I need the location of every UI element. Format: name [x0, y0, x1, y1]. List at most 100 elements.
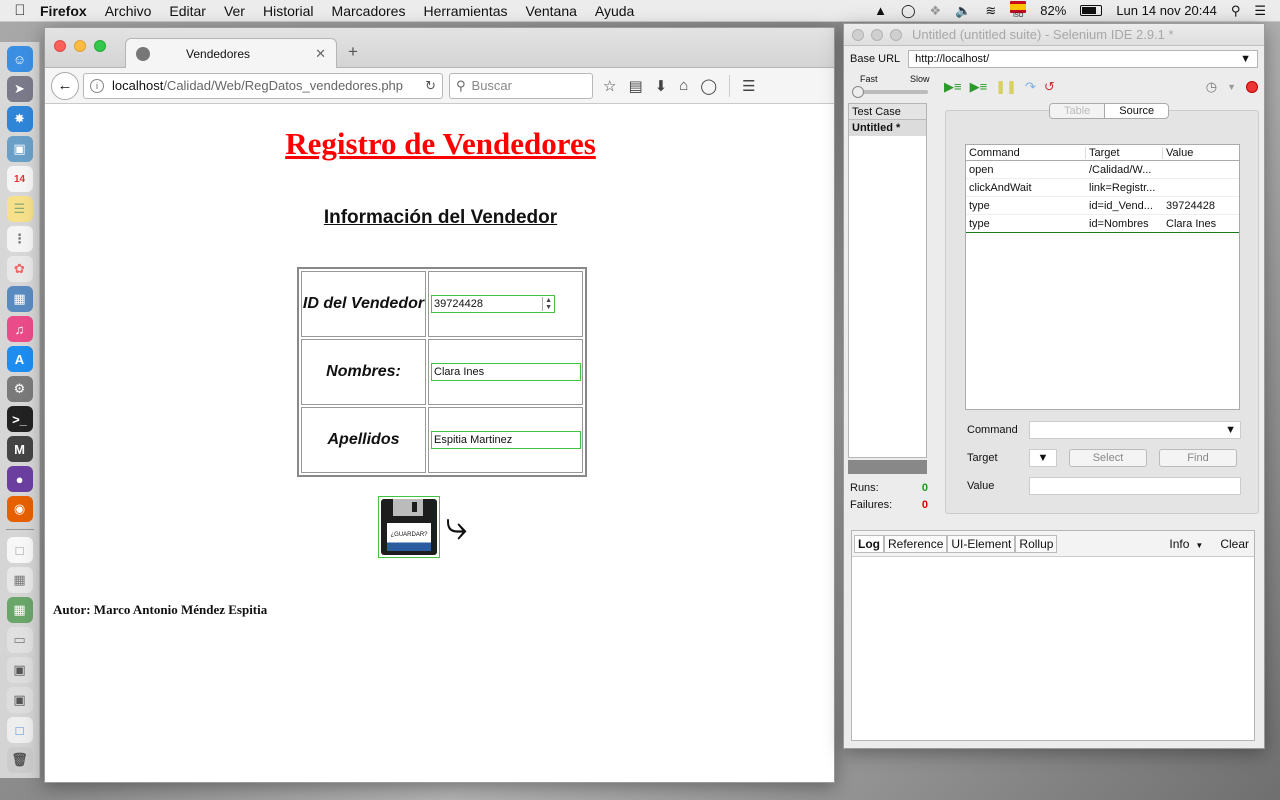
image-capture-icon[interactable]: ▦	[6, 286, 33, 312]
play-suite-icon[interactable]: ▶≡	[944, 79, 962, 95]
nombres-input[interactable]: Clara Ines	[431, 363, 581, 381]
tab-ui-element[interactable]: UI-Element	[947, 534, 1016, 553]
rollup-icon[interactable]: ↺	[1044, 79, 1055, 95]
tab-reference[interactable]: Reference	[884, 534, 948, 553]
table-row[interactable]: type id=Nombres Clara Ines	[966, 215, 1239, 233]
app-store-icon[interactable]: A	[6, 346, 33, 372]
notification-center-icon[interactable]: ☰	[1254, 3, 1266, 19]
pocket-icon[interactable]: ◯	[700, 77, 717, 95]
shield-icon[interactable]: ◯	[901, 3, 916, 19]
finder-icon[interactable]: ☺	[6, 46, 33, 72]
url-bar[interactable]: i localhost/Calidad/Web/RegDatos_vendedo…	[83, 72, 443, 99]
pause-icon[interactable]: ❚❚	[995, 79, 1017, 95]
tab-rollup[interactable]: Rollup	[1015, 534, 1058, 553]
value-input[interactable]	[1029, 477, 1241, 495]
reading-list-icon[interactable]: ▤	[628, 77, 642, 95]
screenshot-icon[interactable]: ▦	[6, 597, 33, 623]
record-button[interactable]	[1246, 81, 1258, 93]
home-icon[interactable]: ⌂	[679, 77, 688, 94]
reload-icon[interactable]: ↻	[425, 78, 436, 94]
search-input[interactable]: ⚲ Buscar	[449, 72, 593, 99]
launchpad-icon[interactable]: ➤	[6, 76, 33, 102]
test-case-item[interactable]: Untitled *	[849, 120, 926, 136]
column-target[interactable]: Target	[1086, 146, 1163, 159]
menu-historial[interactable]: Historial	[263, 3, 314, 19]
downloads-icon[interactable]: ⬇	[655, 77, 668, 95]
clock[interactable]: Lun 14 nov 20:44	[1116, 3, 1216, 18]
input-source-flag-icon[interactable]: ISO	[1010, 1, 1027, 20]
tab-close-icon[interactable]: ✕	[315, 46, 326, 62]
terminal-icon[interactable]: >_	[6, 406, 33, 432]
battery-icon[interactable]	[1080, 5, 1103, 16]
downloads-stack-icon[interactable]: ▦	[6, 567, 33, 593]
site-info-icon[interactable]: i	[90, 78, 104, 93]
close-window-button[interactable]	[54, 40, 66, 52]
number-spinner-icon[interactable]: ▲ ▼	[542, 297, 552, 311]
select-button[interactable]: Select	[1069, 449, 1147, 467]
folder-icon[interactable]: □	[6, 717, 33, 743]
file-icon[interactable]: ▭	[6, 627, 33, 653]
tab-table[interactable]: Table	[1050, 104, 1106, 118]
new-tab-icon[interactable]: +	[348, 42, 358, 62]
step-icon[interactable]: ↷	[1025, 79, 1036, 95]
apellidos-input[interactable]: Espitia Martinez	[431, 431, 581, 449]
menu-ayuda[interactable]: Ayuda	[595, 3, 634, 19]
window-thumb-icon[interactable]: ▣	[6, 657, 33, 683]
schedule-clock-icon[interactable]: ◷	[1206, 79, 1217, 95]
schedule-dropdown-icon[interactable]: ▼	[1227, 82, 1236, 92]
table-row[interactable]: open /Calidad/W...	[966, 161, 1239, 179]
speed-slider-handle[interactable]	[852, 86, 864, 98]
wifi-icon[interactable]: ≋	[985, 3, 996, 19]
photos-icon[interactable]: ✿	[6, 256, 33, 282]
menu-ventana[interactable]: Ventana	[526, 3, 577, 19]
se-close-button[interactable]	[852, 28, 864, 41]
github-icon[interactable]: ●	[6, 466, 33, 492]
calendar-icon[interactable]: 14	[6, 166, 33, 192]
menu-marcadores[interactable]: Marcadores	[332, 3, 406, 19]
tab-source[interactable]: Source	[1105, 104, 1168, 118]
base-url-input[interactable]: http://localhost/ ▼	[908, 50, 1258, 68]
info-menu[interactable]: Info ▼	[1163, 536, 1209, 552]
spotlight-icon[interactable]: ⚲	[1231, 3, 1241, 19]
save-button[interactable]: ¿GUARDAR?	[378, 496, 440, 558]
itunes-icon[interactable]: ♫	[6, 316, 33, 342]
preview-icon[interactable]: ▣	[6, 136, 33, 162]
status-icon[interactable]: ▲	[874, 3, 887, 18]
bookmark-star-icon[interactable]: ☆	[603, 77, 616, 95]
battery-percent[interactable]: 82%	[1040, 3, 1066, 18]
back-button-icon[interactable]: ←	[51, 71, 79, 100]
column-command[interactable]: Command	[966, 146, 1086, 159]
se-minimize-button[interactable]	[871, 28, 883, 41]
dropdown-arrow-icon[interactable]: ▼	[1240, 53, 1251, 65]
menu-app-name[interactable]: Firefox	[40, 3, 87, 19]
menu-editar[interactable]: Editar	[169, 3, 206, 19]
speed-slider[interactable]: Fast Slow	[850, 74, 930, 100]
menu-ver[interactable]: Ver	[224, 3, 245, 19]
reminders-icon[interactable]: ⋮	[6, 226, 33, 252]
tab-log[interactable]: Log	[854, 534, 884, 553]
command-select[interactable]: ▼	[1029, 421, 1241, 439]
bluetooth-icon[interactable]: ❖	[930, 3, 942, 19]
play-test-icon[interactable]: ▶≡	[970, 79, 988, 95]
table-row[interactable]: clickAndWait link=Registr...	[966, 179, 1239, 197]
zoom-window-button[interactable]	[94, 40, 106, 52]
system-preferences-icon[interactable]: ⚙	[6, 376, 33, 402]
volume-icon[interactable]: 🔈	[955, 3, 971, 19]
minimize-window-button[interactable]	[74, 40, 86, 52]
hamburger-menu-icon[interactable]: ☰	[742, 77, 755, 95]
table-row[interactable]: type id=id_Vend... 39724428	[966, 197, 1239, 215]
apple-icon[interactable]: 	[0, 2, 40, 19]
mamp-icon[interactable]: M	[6, 436, 33, 462]
notes-icon[interactable]: ☰	[6, 196, 33, 222]
back-arrow-icon[interactable]: ⤶	[445, 504, 467, 548]
tab-vendedores[interactable]: Vendedores ✕	[125, 38, 337, 68]
trash-icon[interactable]: 🗑	[6, 747, 33, 773]
menu-archivo[interactable]: Archivo	[105, 3, 152, 19]
menu-herramientas[interactable]: Herramientas	[423, 3, 507, 19]
window-thumb-2-icon[interactable]: ▣	[6, 687, 33, 713]
document-icon[interactable]: □	[6, 537, 33, 563]
find-button[interactable]: Find	[1159, 449, 1237, 467]
clear-button[interactable]: Clear	[1217, 536, 1252, 552]
firefox-icon[interactable]: ◉	[6, 496, 33, 522]
vendor-id-input[interactable]: 39724428 ▲ ▼	[431, 295, 555, 313]
